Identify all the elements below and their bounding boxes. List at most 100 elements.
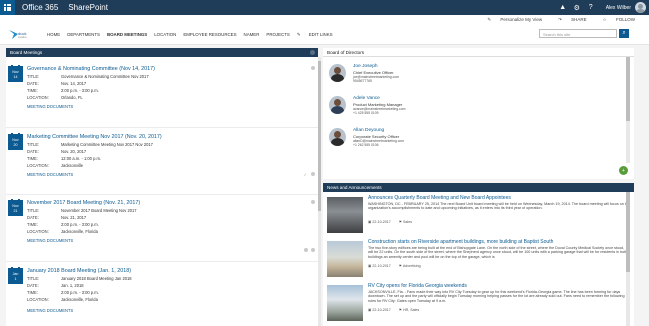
news-date: 22-10-2017 xyxy=(372,220,391,224)
director-phone: +1 262 555 0106 xyxy=(353,143,379,147)
refresh-icon[interactable] xyxy=(311,200,315,204)
app-launcher-icon[interactable] xyxy=(0,0,15,15)
news-thumbnail[interactable] xyxy=(327,241,363,277)
nav-home[interactable]: HOME xyxy=(47,32,60,38)
office365-brand[interactable]: Office 365 xyxy=(22,3,58,12)
meeting-heading[interactable]: November 2017 Board Meeting (Nov. 21, 20… xyxy=(27,200,140,206)
follow-label: FOLLOW xyxy=(615,17,635,22)
personalize-link[interactable]: ✎ Personalize My View xyxy=(479,17,542,23)
avatar[interactable] xyxy=(635,2,646,13)
news-thumbnail[interactable] xyxy=(327,285,363,321)
meeting-location-row: LOCATION: Jacksonville, Florida xyxy=(27,229,98,234)
director-name[interactable]: Allan Deyoung xyxy=(353,128,384,133)
director-name[interactable]: Joe Joseph xyxy=(353,64,378,69)
news-tag[interactable]: HR, Sales xyxy=(403,308,419,312)
board-meetings-header: Board Meetings xyxy=(6,48,318,57)
time-label: TIME: xyxy=(27,222,38,227)
nav-departments[interactable]: DEPARTMENTS xyxy=(67,32,100,38)
director-name[interactable]: Adele Vance xyxy=(353,96,380,101)
scrollbar-thumb[interactable] xyxy=(626,57,630,121)
meeting-documents-link[interactable]: MEETING DOCUMENTS xyxy=(27,308,73,313)
meeting-documents-link[interactable]: MEETING DOCUMENTS xyxy=(27,104,73,109)
director-phone: +1 425 555 0109 xyxy=(353,111,379,115)
add-director-button[interactable]: + xyxy=(619,166,628,175)
meeting-time-row: TIME: 2:00 p.m. - 3:00 p.m. xyxy=(27,222,99,227)
news-excerpt: WASHINGTON, DC - FEBRUARY 25, 2014 The n… xyxy=(368,202,630,211)
nav-namer[interactable]: NAMER xyxy=(244,32,260,38)
delete-icon[interactable] xyxy=(311,248,315,252)
tag-icon: ⚑ xyxy=(398,308,403,312)
cal-day: 1 xyxy=(14,276,17,281)
meeting-time-row: TIME: 12:00 a.m. - 1:00 p.m. xyxy=(27,156,101,161)
cal-month: Jan xyxy=(12,272,19,276)
meeting-location-row: LOCATION: Jacksonville xyxy=(27,163,83,168)
edit-icon[interactable] xyxy=(304,248,308,252)
page-scrollbar[interactable] xyxy=(318,57,321,326)
scrollbar-thumb[interactable] xyxy=(318,61,321,211)
cal-month: Nov xyxy=(12,204,19,208)
cal-day: 20 xyxy=(13,142,18,147)
check-icon[interactable]: ✓ xyxy=(304,172,307,177)
site-logo[interactable]: duck creative xyxy=(9,28,35,42)
cal-day: 14 xyxy=(13,74,18,79)
help-icon[interactable]: ? xyxy=(584,0,598,15)
date-value: Nov. 21, 2017 xyxy=(61,215,87,220)
meeting-documents-link[interactable]: MEETING DOCUMENTS xyxy=(27,172,73,177)
nav-employee-resources[interactable]: EMPLOYEE RESOURCES xyxy=(183,32,236,38)
share-button[interactable]: ↷ SHARE xyxy=(550,17,587,23)
nav-projects[interactable]: PROJECTS xyxy=(266,32,289,38)
nav-location[interactable]: LOCATION xyxy=(154,32,176,38)
share-label: SHARE xyxy=(571,17,587,22)
meeting-documents-link[interactable]: MEETING DOCUMENTS xyxy=(27,238,73,243)
nav-board-meetings[interactable]: BOARD MEETINGS xyxy=(107,32,147,38)
search-input[interactable]: Search this site xyxy=(539,29,617,38)
news-item: Construction starts on Riverside apartme… xyxy=(323,239,634,279)
news-header: News and Announcements xyxy=(323,183,634,192)
bell-icon[interactable]: ▲ xyxy=(556,0,570,15)
calendar-icon: ▣ xyxy=(368,220,372,224)
divider xyxy=(6,127,318,128)
pencil-icon: ✎ xyxy=(296,32,301,37)
sharepoint-brand[interactable]: SharePoint xyxy=(68,3,108,12)
news-tag[interactable]: Advertising xyxy=(403,264,421,268)
follow-button[interactable]: ☆ FOLLOW xyxy=(595,17,635,23)
scrollbar-thumb[interactable] xyxy=(626,192,630,272)
meeting-heading[interactable]: January 2018 Board Meeting (Jan. 1, 2018… xyxy=(27,268,131,274)
search-icon[interactable]: ⌕ xyxy=(619,29,629,38)
news-meta: ▣ 22-10-2017 ⚑ HR, Sales xyxy=(368,308,419,312)
news-date: 22-10-2017 xyxy=(372,264,391,268)
time-label: TIME: xyxy=(27,156,38,161)
news-thumbnail[interactable] xyxy=(327,197,363,233)
meeting-time-row: TIME: 2:00 p.m. - 3:00 p.m. xyxy=(27,290,99,295)
location-label: LOCATION: xyxy=(27,163,49,168)
meeting-heading[interactable]: Marketing Committee Meeting Nov 2017 (No… xyxy=(27,134,162,140)
title-label: TITLE: xyxy=(27,74,40,79)
refresh-icon[interactable] xyxy=(311,66,315,70)
news-title-link[interactable]: RV City opens for Florida Georgia weeken… xyxy=(368,283,467,289)
title-value: Governance & Nominating Committee Nov 20… xyxy=(61,74,149,79)
director-photo xyxy=(329,64,346,82)
meeting-heading[interactable]: Governance & Nominating Committee (Nov 1… xyxy=(27,66,155,72)
location-label: LOCATION: xyxy=(27,297,49,302)
divider xyxy=(6,261,318,262)
news-title-link[interactable]: Announces Quarterly Board Meeting and Ne… xyxy=(368,195,511,201)
add-icon[interactable] xyxy=(310,50,315,55)
news-scrollbar[interactable] xyxy=(626,192,630,326)
user-name[interactable]: Alex Wilber xyxy=(606,5,631,11)
delete-icon[interactable] xyxy=(311,172,315,176)
location-label: LOCATION: xyxy=(27,229,49,234)
nav-edit-links[interactable]: ✎ EDIT LINKS xyxy=(297,32,340,38)
news-tag[interactable]: Sales xyxy=(403,220,412,224)
gear-icon[interactable]: ⚙ xyxy=(570,0,584,15)
news-title-link[interactable]: Construction starts on Riverside apartme… xyxy=(368,239,553,245)
news-list: Announces Quarterly Board Meeting and Ne… xyxy=(323,192,634,326)
directors-scrollbar[interactable] xyxy=(626,57,630,163)
title-value: January 2018 Board Meeting Jan 2018 xyxy=(61,276,132,281)
personalize-icon: ✎ xyxy=(487,17,492,22)
news-date: 22-10-2017 xyxy=(372,308,391,312)
meeting-item: Nov 14 Governance & Nominating Committee … xyxy=(6,65,318,128)
meeting-title-row: TITLE: Marketing Committee Meeting Nov 20… xyxy=(27,142,153,147)
suite-bar: Office 365 SharePoint ▲ ⚙ ? Alex Wilber xyxy=(0,0,649,15)
time-value: 2:00 p.m. - 3:00 p.m. xyxy=(61,88,99,93)
board-meetings-title: Board Meetings xyxy=(10,50,43,55)
